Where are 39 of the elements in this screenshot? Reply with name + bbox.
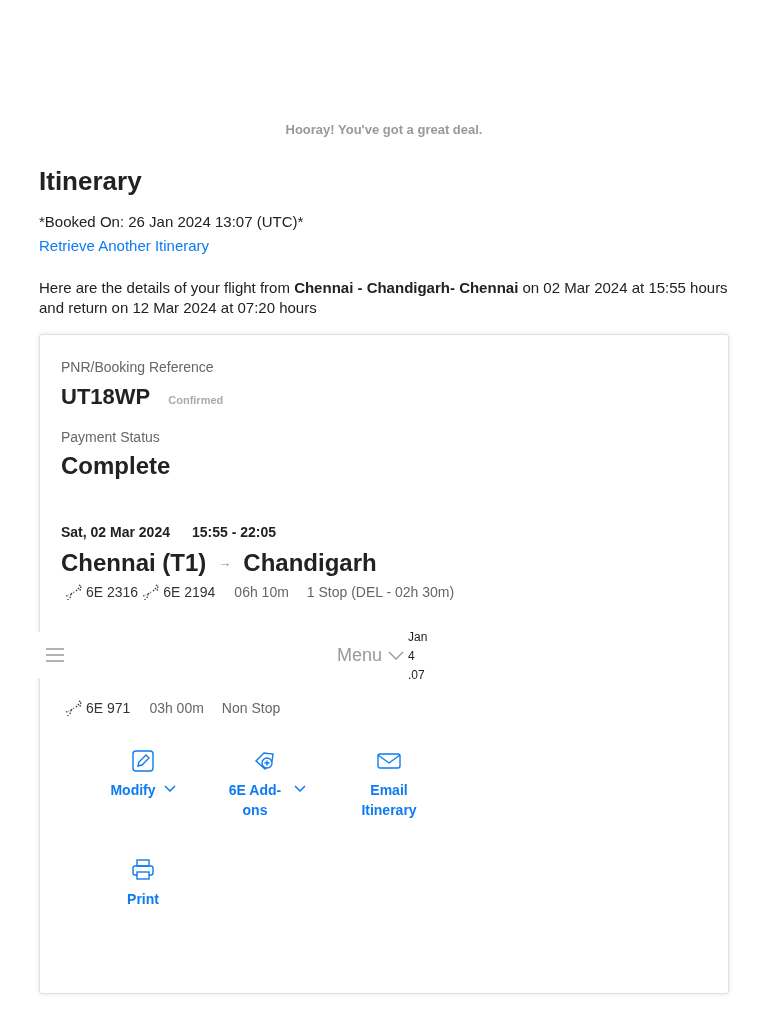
pnr-label: PNR/Booking Reference: [61, 357, 214, 377]
flight-number: 6E 971: [86, 698, 131, 718]
arrow-icon: →: [218, 552, 232, 573]
stop-info: Non Stop: [221, 698, 281, 718]
flight-duration: 03h 00m: [149, 698, 204, 718]
caret-icon: [294, 784, 306, 792]
stop-info: 1 Stop (DEL - 02h 30m): [306, 582, 455, 602]
plane-icon: [65, 699, 82, 717]
flight-number: 6E 2194: [163, 582, 216, 602]
flight-time: 15:55 - 22:05: [191, 522, 277, 542]
deal-message: Hooray! You've got a great deal.: [285, 121, 483, 139]
edit-icon: [131, 748, 155, 773]
action-button[interactable]: Modify: [82, 748, 204, 820]
flight-summary: Here are the details of your flight from Chennai - Chandigarh- Chennai on 02 Mar 2024 at 15:55 hours and return on 12 Mar 2024 at 07:20 hours: [39, 277, 729, 318]
flight-duration: 06h 10m: [234, 582, 289, 602]
payment-status-label: Payment Status: [61, 427, 160, 447]
booked-on-text: *Booked On: 26 Jan 2024 13:07 (UTC)*: [39, 211, 304, 232]
flight-number: 6E 2316: [86, 582, 139, 602]
print-icon: [131, 857, 155, 882]
destination-city: Chandigarh: [243, 547, 377, 578]
text-fragment: 4: [408, 648, 416, 664]
retrieve-itinerary-link[interactable]: Retrieve Another Itinerary: [39, 235, 210, 258]
text-fragment: Jan: [408, 629, 428, 645]
payment-status: Complete: [61, 450, 171, 481]
caret-icon: [388, 650, 404, 660]
menu-button[interactable]: Menu: [336, 641, 404, 669]
page-title: Itinerary: [39, 164, 142, 198]
menu-icon[interactable]: [46, 648, 64, 662]
plane-icon: [65, 583, 82, 601]
caret-icon: [163, 784, 176, 792]
booking-status: Confirmed: [168, 392, 224, 408]
plane-icon: [142, 583, 160, 601]
action-button[interactable]: Email Itinerary: [328, 748, 450, 820]
flight-date: Sat, 02 Mar 2024: [61, 522, 170, 542]
action-button[interactable]: Print: [82, 857, 204, 909]
text-fragment: .07: [408, 667, 426, 683]
origin-city: Chennai (T1): [61, 547, 207, 578]
pnr-code: UT18WP: [61, 382, 151, 411]
action-button[interactable]: 6E Add-ons: [204, 748, 326, 820]
